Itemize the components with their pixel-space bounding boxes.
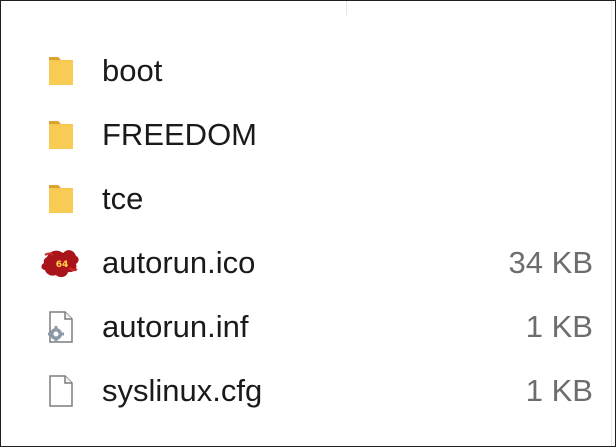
file-size: 1 KB (525, 373, 593, 408)
file-name: autorun.ico (102, 245, 256, 280)
file-row-autorun-inf[interactable]: autorun.inf 1 KB (1, 293, 611, 357)
file-row-tce[interactable]: tce (1, 165, 611, 229)
folder-icon-graphic (49, 185, 73, 213)
puzzle-64-icon: 64 (41, 243, 81, 283)
settings-file-icon (41, 307, 81, 347)
file-row-syslinux-cfg[interactable]: syslinux.cfg 1 KB (1, 357, 611, 421)
column-divider (346, 1, 347, 15)
file-list: boot FREEDOM tce 64 autorun.ico 34 KB au… (1, 37, 611, 421)
file-row-boot[interactable]: boot (1, 37, 611, 101)
puzzle-icon-graphic: 64 (41, 250, 79, 278)
file-row-autorun-ico[interactable]: 64 autorun.ico 34 KB (1, 229, 611, 293)
folder-icon-graphic (49, 57, 73, 85)
blank-file-icon (41, 371, 81, 411)
file-name: boot (102, 53, 163, 88)
file-name: FREEDOM (102, 117, 257, 152)
file-row-freedom[interactable]: FREEDOM (1, 101, 611, 165)
blank-file-icon-graphic (49, 375, 73, 407)
file-name: autorun.inf (102, 309, 249, 344)
file-name: syslinux.cfg (102, 373, 263, 408)
folder-icon (41, 51, 81, 91)
folder-icon (41, 179, 81, 219)
file-name: tce (102, 181, 144, 216)
file-size: 34 KB (508, 245, 593, 280)
svg-text:64: 64 (56, 260, 69, 270)
scrollbar-track[interactable] (611, 1, 612, 446)
file-size: 1 KB (525, 309, 593, 344)
folder-icon (41, 115, 81, 155)
folder-icon-graphic (49, 121, 73, 149)
settings-file-icon-graphic (48, 311, 73, 343)
explorer-window: boot FREEDOM tce 64 autorun.ico 34 KB au… (0, 0, 616, 447)
